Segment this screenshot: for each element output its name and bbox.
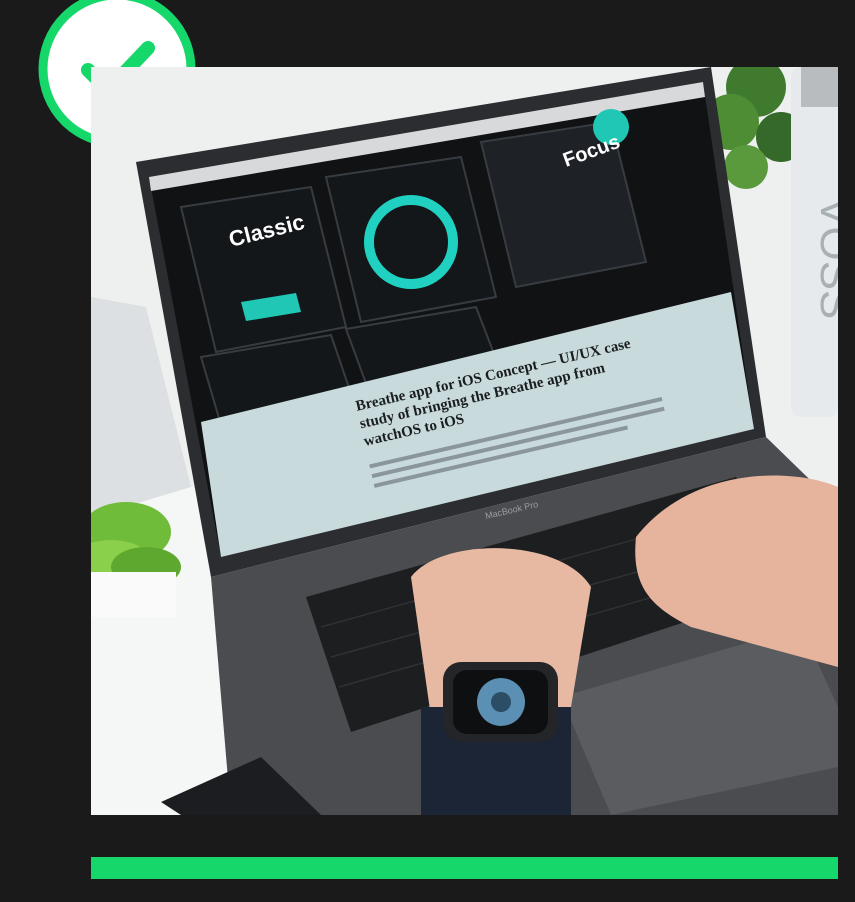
bottle-label: VOSS — [811, 197, 838, 319]
smart-watch — [443, 662, 558, 742]
laptop-photo-illustration: VOSS Classic Focus Breathe app for iOS C… — [91, 67, 838, 815]
laptop-photo: VOSS Classic Focus Breathe app for iOS C… — [91, 67, 838, 815]
accent-bar — [91, 857, 838, 879]
water-bottle: VOSS — [791, 67, 838, 417]
